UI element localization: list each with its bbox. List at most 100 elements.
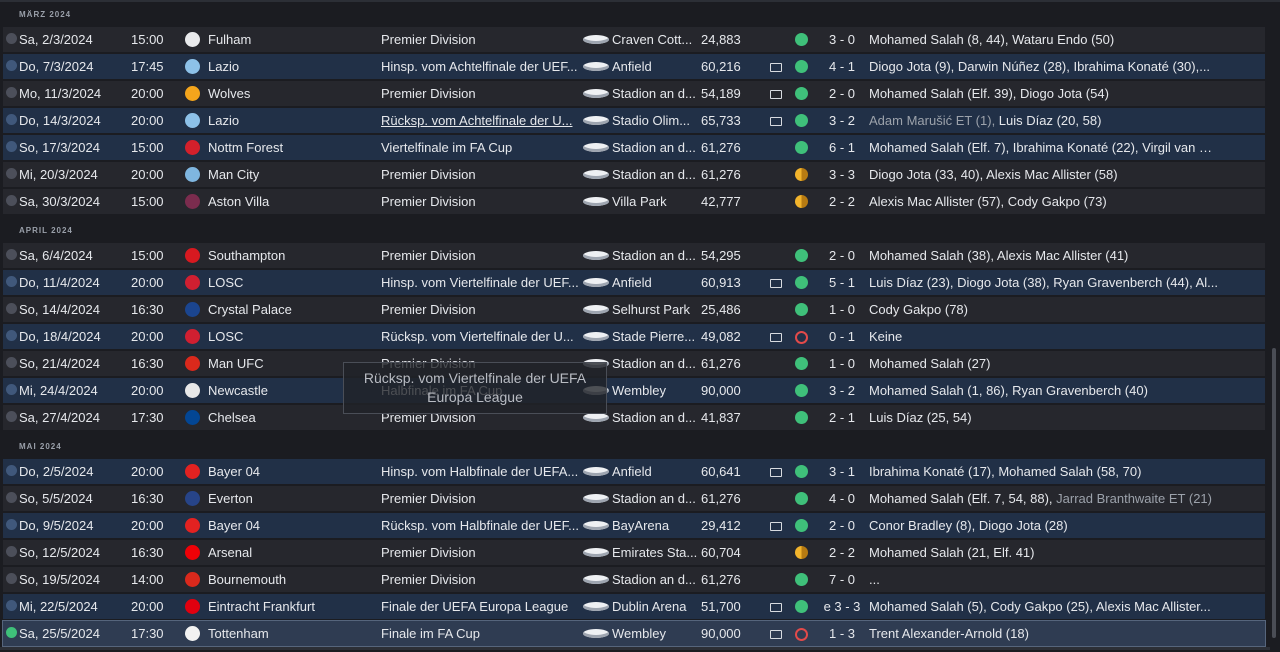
select-check-icon[interactable] — [6, 60, 17, 71]
opponent-name[interactable]: Lazio — [208, 108, 378, 133]
fixture-row[interactable]: Do, 11/4/2024 20:00 LOSC Hinsp. vom Viertel… — [3, 270, 1265, 295]
match-score[interactable]: 1 - 3 — [815, 621, 869, 646]
match-score[interactable]: 2 - 2 — [815, 189, 869, 214]
select-check-icon[interactable] — [6, 411, 17, 422]
vertical-scrollbar[interactable] — [1272, 348, 1276, 638]
select-check-icon[interactable] — [6, 141, 17, 152]
match-score[interactable]: 2 - 0 — [815, 81, 869, 106]
competition-name[interactable]: Finale im FA Cup — [381, 621, 581, 646]
match-score[interactable]: 0 - 1 — [815, 324, 869, 349]
fixture-row[interactable]: So, 21/4/202416:30Man UFCPremier Divisio… — [3, 351, 1265, 376]
match-score[interactable]: 3 - 2 — [815, 108, 869, 133]
competition-name[interactable]: Hinsp. vom Halbfinale der UEFA... — [381, 459, 581, 484]
opponent-name[interactable]: Aston Villa — [208, 189, 378, 214]
select-check-icon[interactable] — [6, 357, 17, 368]
competition-name[interactable]: Premier Division — [381, 486, 581, 511]
opponent-name[interactable]: Wolves — [208, 81, 378, 106]
fixture-row[interactable]: Mo, 11/3/2024 20:00 Wolves Premier Division… — [3, 81, 1265, 106]
opponent-name[interactable]: Nottm Forest — [208, 135, 378, 160]
select-check-icon[interactable] — [6, 168, 17, 179]
fixture-row[interactable]: So, 17/3/2024 15:00 Nottm Forest Viertelfin… — [3, 135, 1265, 160]
fixture-row[interactable]: So, 5/5/2024 16:30 Everton Premier Division… — [3, 486, 1265, 511]
competition-name[interactable]: Rücksp. vom Viertelfinale der U... — [381, 324, 581, 349]
opponent-name[interactable]: Man City — [208, 162, 378, 187]
opponent-name[interactable]: Lazio — [208, 54, 378, 79]
match-score[interactable]: 2 - 0 — [815, 513, 869, 538]
opponent-name[interactable]: Arsenal — [208, 540, 378, 565]
opponent-name[interactable]: Southampton — [208, 243, 378, 268]
fixture-row[interactable]: Do, 2/5/2024 20:00 Bayer 04 Hinsp. vom Halb… — [3, 459, 1265, 484]
select-check-icon[interactable] — [6, 87, 17, 98]
fixture-row[interactable]: Do, 9/5/2024 20:00 Bayer 04 Rücksp. vom Hal… — [3, 513, 1265, 538]
select-check-icon[interactable] — [6, 627, 17, 638]
competition-name[interactable]: Premier Division — [381, 27, 581, 52]
competition-name[interactable]: Premier Division — [381, 540, 581, 565]
fixture-row[interactable]: So, 12/5/2024 16:30 Arsenal Premier Divisio… — [3, 540, 1265, 565]
match-score[interactable]: 2 - 1 — [815, 405, 869, 430]
select-check-icon[interactable] — [6, 195, 17, 206]
fixture-row[interactable]: Do, 18/4/2024 20:00 LOSC Rücksp. vom Vierte… — [3, 324, 1265, 349]
opponent-name[interactable]: Crystal Palace — [208, 297, 378, 322]
select-check-icon[interactable] — [6, 330, 17, 341]
competition-name[interactable]: Rücksp. vom Halbfinale der UEF... — [381, 513, 581, 538]
match-score[interactable]: e 3 - 3 — [815, 594, 869, 619]
opponent-name[interactable]: LOSC — [208, 324, 378, 349]
select-check-icon[interactable] — [6, 573, 17, 584]
opponent-name[interactable]: Everton — [208, 486, 378, 511]
select-check-icon[interactable] — [6, 546, 17, 557]
select-check-icon[interactable] — [6, 276, 17, 287]
select-check-icon[interactable] — [6, 465, 17, 476]
horizontal-scrollbar[interactable] — [0, 647, 1270, 650]
opponent-name[interactable]: Bayer 04 — [208, 459, 378, 484]
fixture-row[interactable]: Do, 14/3/2024 20:00 Lazio Rücksp. vom Achte… — [3, 108, 1265, 133]
fixture-row[interactable]: So, 14/4/2024 16:30 Crystal Palace Premier … — [3, 297, 1265, 322]
fixture-row[interactable]: Sa, 2/3/2024 15:00 Fulham Premier Division C… — [3, 27, 1265, 52]
fixture-row[interactable]: So, 19/5/2024 14:00 Bournemouth Premier Div… — [3, 567, 1265, 592]
competition-name[interactable]: Premier Division — [381, 567, 581, 592]
opponent-name[interactable]: Bournemouth — [208, 567, 378, 592]
fixture-row[interactable]: Mi, 20/3/2024 20:00 Man City Premier Divisi… — [3, 162, 1265, 187]
competition-name[interactable]: Premier Division — [381, 243, 581, 268]
match-score[interactable]: 3 - 2 — [815, 378, 869, 403]
match-score[interactable]: 3 - 3 — [815, 162, 869, 187]
select-check-icon[interactable] — [6, 33, 17, 44]
select-check-icon[interactable] — [6, 303, 17, 314]
fixture-row[interactable]: Sa, 6/4/2024 15:00 Southampton Premier Divi… — [3, 243, 1265, 268]
competition-name[interactable]: Hinsp. vom Viertelfinale der UEF... — [381, 270, 581, 295]
match-score[interactable]: 1 - 0 — [815, 297, 869, 322]
select-check-icon[interactable] — [6, 249, 17, 260]
opponent-name[interactable]: Eintracht Frankfurt — [208, 594, 378, 619]
opponent-name[interactable]: Tottenham — [208, 621, 378, 646]
competition-name[interactable]: Finale der UEFA Europa League — [381, 594, 581, 619]
fixture-row[interactable]: Sa, 27/4/2024 17:30 Chelsea Premier Divisio… — [3, 405, 1265, 430]
match-score[interactable]: 6 - 1 — [815, 135, 869, 160]
match-score[interactable]: 5 - 1 — [815, 270, 869, 295]
competition-name[interactable]: Hinsp. vom Achtelfinale der UEF... — [381, 54, 581, 79]
fixture-row[interactable]: Do, 7/3/2024 17:45 Lazio Hinsp. vom Achtelf… — [3, 54, 1265, 79]
match-score[interactable]: 2 - 0 — [815, 243, 869, 268]
fixture-row[interactable]: Mi, 22/5/2024 20:00 Eintracht Frankfurt Fin… — [3, 594, 1265, 619]
fixture-row[interactable]: Sa, 25/5/2024 17:30 Tottenham Finale im FA … — [2, 620, 1266, 647]
match-score[interactable]: 4 - 1 — [815, 54, 869, 79]
competition-name[interactable]: Rücksp. vom Achtelfinale der U... — [381, 108, 581, 133]
select-check-icon[interactable] — [6, 384, 17, 395]
match-score[interactable]: 3 - 0 — [815, 27, 869, 52]
competition-name[interactable]: Premier Division — [381, 297, 581, 322]
select-check-icon[interactable] — [6, 114, 17, 125]
opponent-name[interactable]: Fulham — [208, 27, 378, 52]
select-check-icon[interactable] — [6, 600, 17, 611]
fixture-row[interactable]: Sa, 30/3/2024 15:00 Aston Villa Premier Div… — [3, 189, 1265, 214]
fixture-row[interactable]: Mi, 24/4/202420:00NewcastleHalbfinale im… — [3, 378, 1265, 403]
match-score[interactable]: 4 - 0 — [815, 486, 869, 511]
match-score[interactable]: 7 - 0 — [815, 567, 869, 592]
match-score[interactable]: 2 - 2 — [815, 540, 869, 565]
competition-name[interactable]: Premier Division — [381, 81, 581, 106]
match-score[interactable]: 1 - 0 — [815, 351, 869, 376]
opponent-name[interactable]: LOSC — [208, 270, 378, 295]
select-check-icon[interactable] — [6, 519, 17, 530]
competition-name[interactable]: Premier Division — [381, 162, 581, 187]
opponent-name[interactable]: Bayer 04 — [208, 513, 378, 538]
competition-name[interactable]: Premier Division — [381, 189, 581, 214]
competition-name[interactable]: Viertelfinale im FA Cup — [381, 135, 581, 160]
select-check-icon[interactable] — [6, 492, 17, 503]
